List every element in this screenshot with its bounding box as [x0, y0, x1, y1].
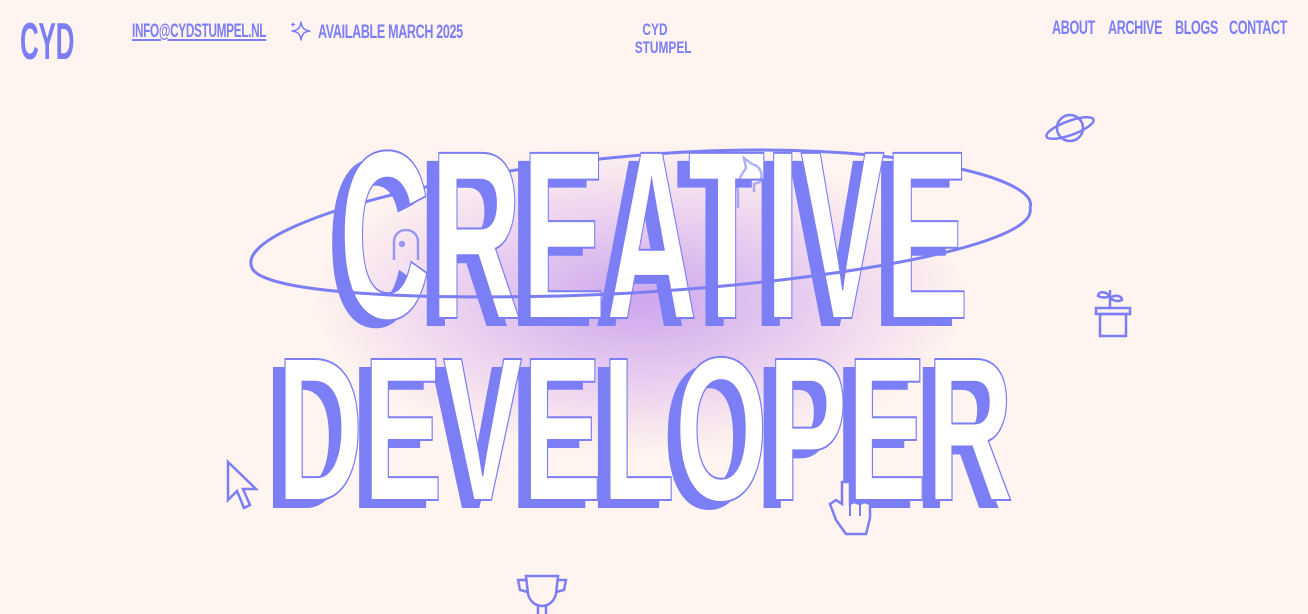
planet-icon	[1045, 113, 1095, 143]
cursor-arrow-icon	[226, 459, 260, 510]
page: CYD INFO@CYDSTUMPEL.NL AVAILABLE MARCH 2…	[0, 0, 1308, 614]
hero-line2-face: DEVELOPER	[277, 315, 1013, 544]
plant-pot-icon	[1094, 290, 1132, 338]
trophy-icon	[516, 574, 568, 614]
hero-line2: DEVELOPER DEVELOPER	[265, 314, 1014, 552]
hero-artwork: CREATIVE CREATIVE DEVELOPER DEVELOPER	[226, 100, 1132, 614]
